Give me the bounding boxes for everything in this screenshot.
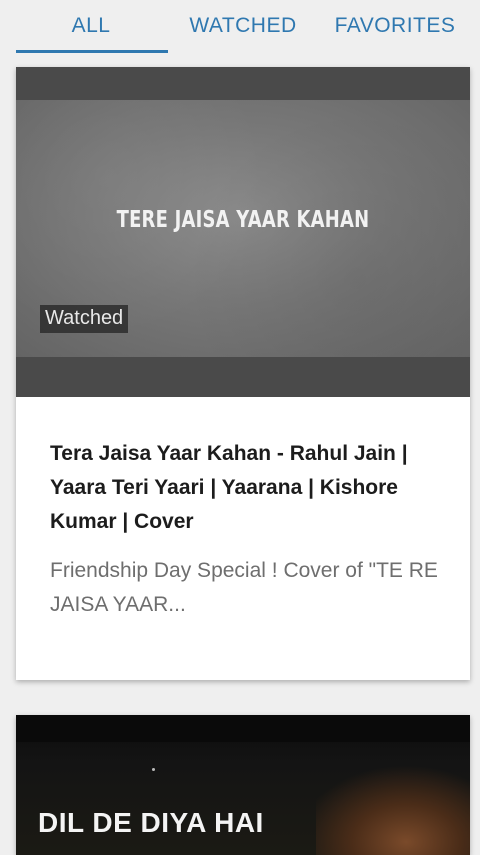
selected-tab-indicator [16, 50, 168, 53]
tab-watched[interactable]: WATCHED [180, 14, 306, 44]
video-title[interactable]: Tera Jaisa Yaar Kahan - Rahul Jain | Yaa… [50, 437, 450, 539]
thumbnail-text: TERE JAISA YAAR KAHAN [116, 207, 370, 233]
watched-badge: Watched [40, 305, 129, 333]
video-description: Friendship Day Special ! Cover of "TE RE… [50, 559, 438, 616]
video-card[interactable]: TERE JAISA YAAR KAHAN Watched Tera Jaisa… [16, 67, 470, 680]
thumbnail-figure [316, 765, 470, 855]
tab-favorites[interactable]: FAVORITES [330, 14, 460, 44]
thumbnail-text: DIL DE DIYA HAI [38, 807, 264, 838]
tab-bar: ALL WATCHED FAVORITES [0, 0, 480, 56]
video-thumbnail[interactable]: TERE JAISA YAAR KAHAN Watched [16, 67, 470, 397]
video-card[interactable]: DIL DE DIYA HAI [16, 715, 470, 855]
tab-all[interactable]: ALL [16, 14, 166, 44]
video-thumbnail[interactable]: DIL DE DIYA HAI [16, 715, 470, 855]
